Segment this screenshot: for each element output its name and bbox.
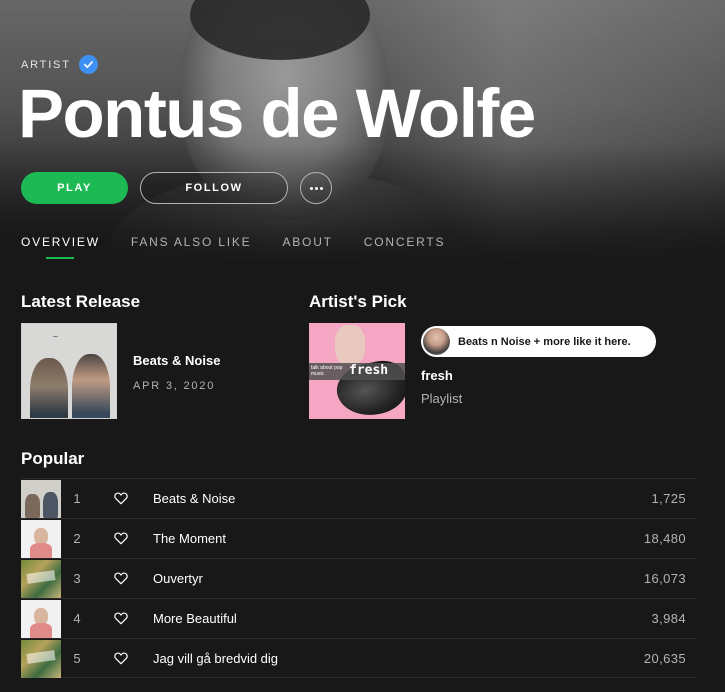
track-play-count: 3,984 — [651, 611, 686, 626]
track-thumbnail — [21, 640, 61, 678]
more-icon-dot — [314, 186, 318, 190]
track-thumbnail — [21, 560, 61, 598]
artists-pick-note: Beats n Noise + more like it here. — [421, 326, 656, 357]
track-row[interactable]: 1 Beats & Noise 1,725 — [21, 478, 697, 518]
track-title: Jag vill gå bredvid dig — [153, 651, 279, 666]
heart-icon[interactable] — [113, 650, 129, 666]
latest-release-title[interactable]: Beats & Noise — [133, 353, 220, 368]
track-row[interactable]: 3 Ouvertyr 16,073 — [21, 558, 697, 598]
artists-pick-cover[interactable]: talk about pop music fresh — [309, 323, 405, 419]
play-button[interactable]: PLAY — [21, 172, 128, 204]
artist-name: Pontus de Wolfe — [18, 75, 536, 152]
track-thumbnail — [21, 480, 61, 518]
follow-button[interactable]: FOLLOW — [140, 172, 288, 204]
track-play-count: 18,480 — [643, 531, 686, 546]
popular-heading: Popular — [21, 449, 85, 468]
track-number: 1 — [73, 491, 81, 506]
track-number: 3 — [73, 571, 81, 586]
track-thumbnail — [21, 520, 61, 558]
latest-release-heading: Latest Release — [21, 292, 141, 311]
cover-face — [335, 325, 365, 365]
track-title: More Beautiful — [153, 611, 237, 626]
tab-fans-also-like[interactable]: FANS ALSO LIKE — [131, 235, 252, 249]
artist-label-row: ARTIST — [21, 55, 98, 74]
track-title: Ouvertyr — [153, 571, 203, 586]
cover-script-text: ~ — [52, 332, 59, 341]
track-play-count: 1,725 — [651, 491, 686, 506]
active-tab-indicator — [46, 257, 74, 259]
cover-title-text: fresh — [349, 363, 389, 378]
heart-icon[interactable] — [113, 570, 129, 586]
artist-type-label: ARTIST — [21, 58, 71, 71]
tab-about[interactable]: ABOUT — [282, 235, 332, 249]
cover-person-right — [72, 354, 110, 418]
track-title: The Moment — [153, 531, 226, 546]
artist-tabs: OVERVIEW FANS ALSO LIKE ABOUT CONCERTS — [21, 235, 476, 249]
track-number: 2 — [73, 531, 81, 546]
heart-icon[interactable] — [113, 530, 129, 546]
track-title: Beats & Noise — [153, 491, 236, 506]
track-number: 4 — [73, 611, 81, 626]
artists-pick-title[interactable]: fresh — [421, 368, 453, 383]
heart-icon[interactable] — [113, 490, 129, 506]
track-play-count: 20,635 — [643, 651, 686, 666]
track-number: 5 — [73, 651, 81, 666]
tab-overview[interactable]: OVERVIEW — [21, 235, 100, 249]
avatar — [423, 328, 450, 355]
track-row[interactable]: 2 The Moment 18,480 — [21, 518, 697, 558]
popular-tracks-list: 1 Beats & Noise 1,725 2 The Moment 18,48… — [21, 478, 697, 678]
cover-person-left — [30, 358, 68, 418]
heart-icon[interactable] — [113, 610, 129, 626]
latest-release-date: APR 3, 2020 — [133, 380, 216, 392]
track-play-count: 16,073 — [643, 571, 686, 586]
tab-concerts[interactable]: CONCERTS — [364, 235, 446, 249]
more-icon-dot — [309, 186, 313, 190]
artists-pick-heading: Artist's Pick — [309, 292, 407, 311]
cover-subtext: talk about pop music — [311, 365, 343, 377]
artists-pick-note-text: Beats n Noise + more like it here. — [458, 335, 631, 348]
track-row[interactable]: 4 More Beautiful 3,984 — [21, 598, 697, 638]
artists-pick-type: Playlist — [421, 391, 463, 406]
verified-badge-icon — [78, 55, 98, 74]
more-options-button[interactable] — [300, 172, 332, 204]
latest-release-cover[interactable]: ~ — [21, 323, 117, 419]
track-thumbnail — [21, 600, 61, 638]
track-row[interactable]: 5 Jag vill gå bredvid dig 20,635 — [21, 638, 697, 678]
more-icon-dot — [319, 186, 323, 190]
